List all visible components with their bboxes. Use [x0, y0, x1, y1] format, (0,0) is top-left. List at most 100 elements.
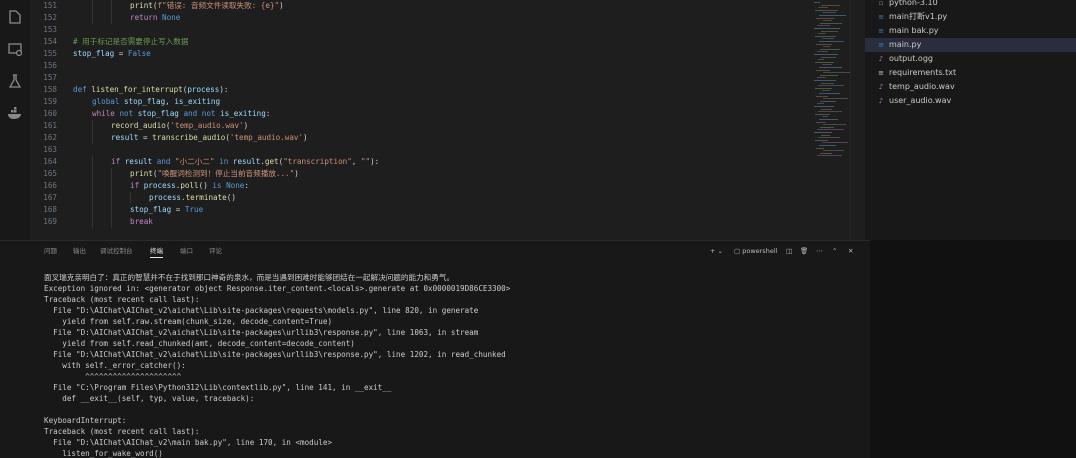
terminal-shell-selector[interactable]: ▢ powershell [734, 244, 777, 258]
remote-explorer-icon[interactable] [6, 40, 24, 58]
terminal-scrollbar[interactable] [855, 262, 867, 458]
explorer-file-item[interactable]: ▫ python-3.10 [865, 0, 1076, 10]
code-line[interactable]: 169 break [31, 216, 810, 228]
minimap[interactable] [810, 0, 850, 240]
code-token: stop_flag [124, 97, 166, 106]
code-editor[interactable]: 151 print(f"错误: 音频文件读取失败: {e}") 152 return … [31, 0, 810, 240]
code-line[interactable]: 165 print("唤醒词检测到！停止当前音频播放...") [31, 168, 810, 180]
indent-guide [92, 180, 93, 192]
indent-guide [92, 132, 93, 144]
line-number: 158 [43, 85, 57, 94]
code-token: "小二小二" [175, 157, 215, 166]
terminal-icon: ▢ [734, 247, 743, 255]
minimap-line [818, 59, 824, 61]
minimap-line [816, 17, 834, 19]
split-terminal-icon[interactable]: ◫ [786, 244, 792, 258]
minimap-line [822, 38, 834, 40]
code-line[interactable]: 156 [31, 60, 810, 72]
code-token: is_exiting [220, 109, 266, 118]
code-line[interactable]: 161 record_audio('temp_audio.wav') [31, 120, 810, 132]
minimap-line [818, 7, 828, 9]
explorer-file-item[interactable]: ♪ temp_audio.wav [865, 80, 1076, 94]
code-token: listen_for_interrupt [91, 85, 183, 94]
code-line[interactable]: 151 print(f"错误: 音频文件读取失败: {e}") [31, 0, 810, 12]
code-token: return [130, 13, 158, 22]
code-line[interactable]: 154 # 用于标记是否需要停止写入数据 [31, 36, 810, 48]
code-line[interactable]: 164 if result and "小二小二" in result.get("t… [31, 156, 810, 168]
minimap-line [817, 129, 844, 131]
explorer-file-item[interactable]: ≡ main.py [865, 38, 1076, 52]
terminal-line: yield from self.read_chunked(amt, decode… [44, 339, 355, 348]
file-name: requirements.txt [889, 68, 957, 77]
explorer-file-item[interactable]: ≡ main bak.py [865, 24, 1076, 38]
terminal-line: Exception ignored in: <generator object … [44, 284, 511, 293]
code-line[interactable]: 167 process.terminate() [31, 192, 810, 204]
code-token: print [130, 1, 153, 10]
code-text: print("唤醒词检测到！停止当前音频播放...") [130, 168, 299, 180]
minimap-line [821, 56, 836, 58]
code-line[interactable]: 157 [31, 72, 810, 84]
code-line[interactable]: 162 result = transcribe_audio('temp_audio… [31, 132, 810, 144]
code-line[interactable]: 168 stop_flag = True [31, 204, 810, 216]
code-token: def [73, 85, 87, 94]
files-icon[interactable] [6, 8, 24, 26]
indent-guide [92, 168, 93, 180]
minimap-line [823, 124, 846, 126]
minimap-line [816, 69, 830, 71]
panel-tab[interactable]: 端口 [180, 245, 193, 257]
code-token: "transcription" [283, 157, 352, 166]
file-name: temp_audio.wav [889, 82, 955, 91]
panel-tab[interactable]: 输出 [73, 245, 86, 257]
code-token: process [143, 181, 176, 190]
code-text: # 用于标记是否需要停止写入数据 [73, 36, 188, 48]
code-token: = [171, 205, 185, 214]
code-token: get [264, 157, 279, 166]
kill-terminal-icon[interactable]: 🗑 [800, 244, 808, 258]
explorer-file-item[interactable]: ≡ requirements.txt [865, 66, 1076, 80]
code-line[interactable]: 152 return None [31, 12, 810, 24]
explorer-file-item[interactable]: ♪ user_audio.wav [865, 94, 1076, 108]
code-line[interactable]: 166 if process.poll() is None: [31, 180, 810, 192]
panel-tab[interactable]: 评论 [209, 245, 222, 257]
code-token: : [265, 109, 271, 118]
code-token: () [198, 181, 213, 190]
minimap-line [815, 113, 830, 115]
close-panel-icon[interactable]: ✕ [848, 244, 853, 258]
code-token: None [162, 13, 181, 22]
code-line[interactable]: 159 global stop_flag, is_exiting [31, 96, 810, 108]
code-token: False [127, 49, 151, 58]
line-number: 151 [43, 1, 57, 10]
editor-scrollbar[interactable] [850, 0, 865, 240]
python-file-icon: ≡ [878, 27, 884, 35]
testing-icon[interactable] [6, 72, 24, 90]
terminal-line: File "D:\AIChat\AIChat_v2\aichat\Lib\sit… [44, 328, 479, 337]
code-token: = [138, 133, 153, 142]
docker-icon[interactable] [6, 104, 24, 122]
file-name: python-3.10 [889, 0, 938, 7]
code-line[interactable]: 153 [31, 24, 810, 36]
code-token: and [156, 157, 171, 166]
minimap-line [814, 80, 836, 81]
panel-tab[interactable]: 终端 [150, 245, 163, 258]
add-terminal-icon[interactable]: + ⌄ [710, 244, 723, 258]
panel-tab[interactable]: 调试控制台 [100, 245, 133, 257]
panel-tab[interactable]: 问题 [44, 245, 57, 257]
code-line[interactable]: 155 stop_flag = False [31, 48, 810, 60]
minimap-line [819, 67, 842, 68]
minimap-line [814, 132, 832, 133]
maximize-panel-icon[interactable]: ⌃ [832, 244, 837, 258]
code-token: not [201, 109, 216, 118]
explorer-file-item[interactable]: ♪ output.ogg [865, 52, 1076, 66]
code-line[interactable]: 158 def listen_for_interrupt(process): [31, 84, 810, 96]
terminal-line: File "D:\AIChat\AIChat_v2\main bak.py", … [44, 438, 333, 447]
code-token: "唤醒词检测到！停止当前音频播放..." [157, 169, 295, 178]
terminal-line: ^^^^^^^^^^^^^^^^^^^^^ [44, 372, 182, 381]
more-actions-icon[interactable]: ⋯ [816, 244, 823, 258]
terminal-dark-area [870, 240, 1076, 458]
code-text: stop_flag = True [130, 204, 203, 216]
code-text: break [130, 216, 153, 228]
explorer-file-item[interactable]: ≡ main打断v1.py [865, 10, 1076, 24]
code-line[interactable]: 163 [31, 144, 810, 156]
indent-guide [111, 12, 112, 24]
code-line[interactable]: 160 while not stop_flag and not is_exitin… [31, 108, 810, 120]
